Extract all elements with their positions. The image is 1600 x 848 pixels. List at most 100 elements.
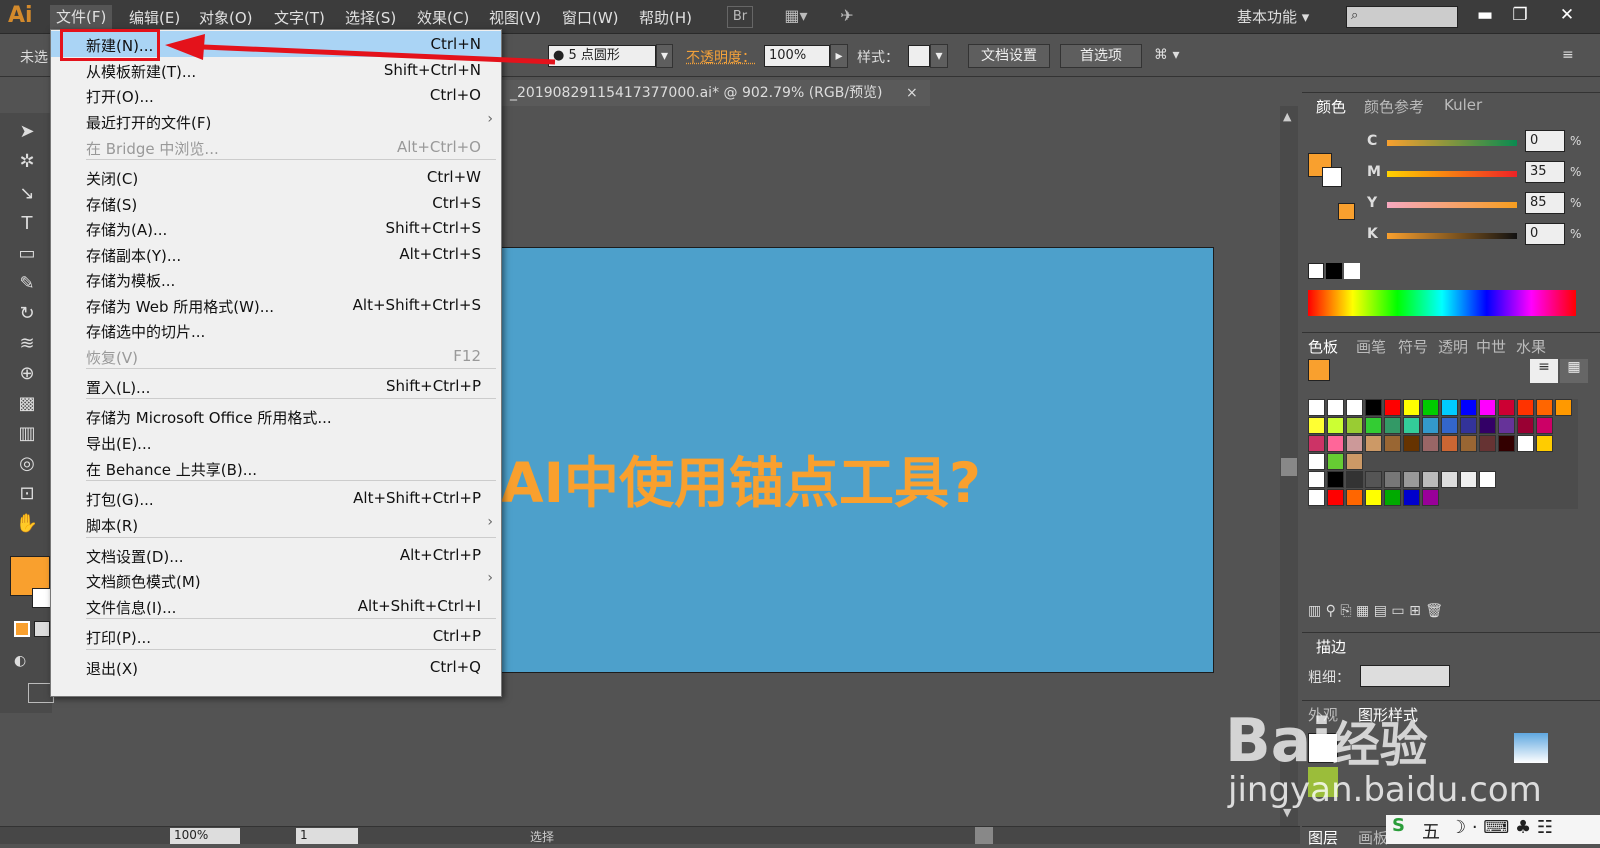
file-menu-item[interactable]: 存储副本(Y)... Alt+Ctrl+S [51,241,501,267]
color-mode-icon[interactable] [14,621,30,637]
tab-color-guide[interactable]: 颜色参考 [1364,96,1424,117]
color-swatch[interactable] [1384,471,1401,488]
channel-m-input[interactable]: 35 [1525,161,1565,183]
menu-help[interactable]: 帮助(H) [639,7,692,28]
menu-edit[interactable]: 编辑(E) [129,7,180,28]
color-swatch[interactable] [1308,489,1325,506]
file-menu-item[interactable]: 打包(G)... Alt+Shift+Ctrl+P [51,485,501,511]
zoom-input[interactable]: 100% [170,828,240,844]
channel-y-input[interactable]: 85 [1525,192,1565,214]
stroke-color-swatch[interactable] [32,588,52,608]
color-swatch[interactable] [1346,435,1363,452]
color-swatch[interactable] [1384,399,1401,416]
channel-k-slider[interactable] [1387,233,1517,239]
tab-kuler[interactable]: Kuler [1444,96,1482,114]
document-tab[interactable]: _20190829115417377000.ai* @ 902.79% (RGB… [500,80,930,106]
preferences-button[interactable]: 首选项 [1060,44,1142,68]
opacity-label[interactable]: 不透明度： [686,47,756,67]
file-menu-item[interactable]: 关闭(C) Ctrl+W [51,164,501,190]
color-swatch[interactable] [1498,417,1515,434]
swatch-footer-icons[interactable]: ▥ ⚲ ⎘ ▦ ▤ ▭ ⊞ 🗑 [1308,603,1578,619]
menu-select[interactable]: 选择(S) [345,7,396,28]
status-mode[interactable]: 选择 [530,828,554,845]
color-swatch[interactable] [1308,471,1325,488]
search-input[interactable]: ⌕ [1346,6,1458,28]
color-swatch[interactable] [1346,453,1363,470]
menu-view[interactable]: 视图(V) [489,7,541,28]
color-swatch[interactable] [1422,489,1439,506]
color-swatch[interactable] [1498,399,1515,416]
scroll-up-icon[interactable]: ▲ [1283,110,1291,123]
file-menu-item[interactable]: 最近打开的文件(F) › [51,108,501,134]
color-swatch[interactable] [1365,417,1382,434]
none-color-icon[interactable] [1308,263,1324,279]
color-swatch[interactable] [1403,417,1420,434]
file-menu-item[interactable]: 导出(E)... [51,429,501,455]
type-tool-icon[interactable]: T [12,210,42,238]
color-swatch[interactable] [1536,417,1553,434]
channel-k-input[interactable]: 0 [1525,223,1565,245]
color-swatch[interactable] [1403,435,1420,452]
close-tab-icon[interactable]: × [906,80,918,106]
mesh-tool-icon[interactable]: ▩ [12,390,42,418]
isolate-icon[interactable]: ⌘ ▾ [1154,47,1179,63]
color-swatch[interactable] [1346,417,1363,434]
rotate-tool-icon[interactable]: ↻ [12,300,42,328]
tab-brushes[interactable]: 画笔 [1356,336,1386,357]
color-swatch[interactable] [1441,435,1458,452]
tab-swatch-library-1[interactable]: 中世 [1476,336,1506,357]
color-swatch[interactable] [1308,435,1325,452]
file-menu-item[interactable]: 存储(S) Ctrl+S [51,190,501,216]
color-swatch[interactable] [1346,399,1363,416]
artboard-tool-icon[interactable]: ⊡ [12,480,42,508]
color-swatch[interactable] [1536,399,1553,416]
color-swatch[interactable] [1308,453,1325,470]
file-menu-item[interactable]: 打开(O)... Ctrl+O [51,82,501,108]
color-swatch[interactable] [1555,399,1572,416]
graph-tool-icon[interactable]: ▥ [12,420,42,448]
style-dropdown-icon[interactable]: ▾ [930,44,948,68]
color-swatch[interactable] [1384,435,1401,452]
graphic-style-blue[interactable] [1514,733,1548,763]
artboard[interactable]: AI中使用锚点工具? [500,247,1214,673]
pen-tool-icon[interactable]: ↘ [12,180,42,208]
color-swatch[interactable] [1308,417,1325,434]
color-swatch[interactable] [1422,471,1439,488]
doc-setup-button[interactable]: 文档设置 [968,44,1050,68]
file-menu-item[interactable]: 文件信息(I)... Alt+Shift+Ctrl+I [51,593,501,619]
opacity-arrow-icon[interactable]: ▸ [830,44,848,68]
warp-tool-icon[interactable]: ≋ [12,330,42,358]
color-swatch[interactable] [1365,399,1382,416]
black-swatch[interactable] [1326,263,1342,279]
rectangle-tool-icon[interactable]: ▭ [12,240,42,268]
channel-c-slider[interactable] [1387,140,1517,146]
color-swatch[interactable] [1441,399,1458,416]
panel-stroke-swatch[interactable] [1322,167,1342,187]
gradient-mode-icon[interactable] [34,621,50,637]
sogou-icon[interactable]: S [1392,815,1405,836]
white-swatch[interactable] [1344,263,1360,279]
hand-tool-icon[interactable]: ✋ [12,510,42,538]
color-swatch[interactable] [1346,489,1363,506]
menu-effect[interactable]: 效果(C) [417,7,469,28]
file-menu-item[interactable]: 存储为模板... [51,266,501,292]
color-swatch[interactable] [1327,399,1344,416]
color-spectrum[interactable] [1308,290,1576,316]
brush-dropdown-icon[interactable]: ▾ [656,44,673,68]
color-swatch[interactable] [1422,435,1439,452]
symbol-sprayer-icon[interactable]: ◎ [12,450,42,478]
color-swatch[interactable] [1327,471,1344,488]
color-swatch[interactable] [1460,435,1477,452]
grid-view-icon[interactable]: ▦ [1560,359,1588,383]
color-swatch[interactable] [1536,435,1553,452]
ime-mode[interactable]: 五 [1422,818,1440,844]
color-swatch[interactable] [1517,435,1534,452]
arrange-documents-icon[interactable]: ▦▾ [778,6,814,28]
swatch-fill-indicator[interactable] [1308,359,1330,381]
file-menu-item[interactable]: 置入(L)... Shift+Ctrl+P [51,373,501,399]
file-menu-item[interactable]: 文档颜色模式(M) › [51,567,501,593]
file-menu-item[interactable]: 存储选中的切片... [51,317,501,343]
list-view-icon[interactable]: ≡ [1530,359,1558,383]
color-swatch[interactable] [1327,489,1344,506]
close-window-button[interactable]: ✕ [1552,2,1582,28]
